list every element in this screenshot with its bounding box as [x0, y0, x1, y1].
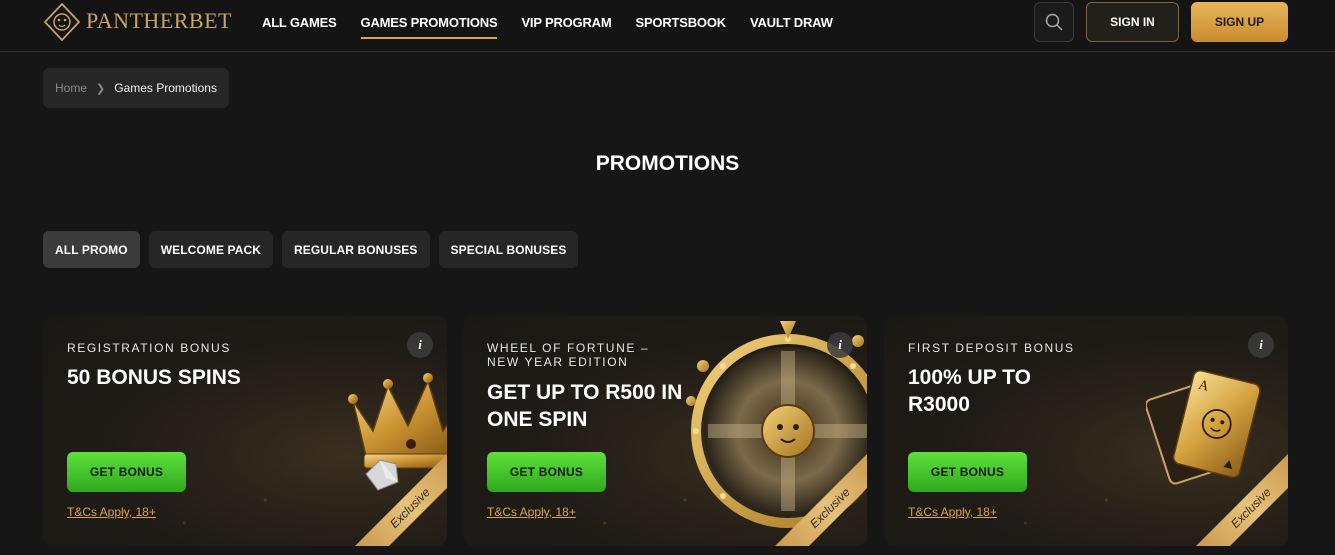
- sign-in-button[interactable]: SIGN IN: [1086, 2, 1179, 42]
- terms-link[interactable]: T&Cs Apply, 18+: [908, 505, 997, 519]
- brand-logo[interactable]: PANTHERBET: [42, 0, 232, 44]
- card-eyebrow: WHEEL OF FORTUNE – NEW YEAR EDITION: [487, 341, 650, 369]
- filter-special-bonuses[interactable]: SPECIAL BONUSES: [438, 231, 579, 268]
- sign-up-button[interactable]: SIGN UP: [1191, 2, 1288, 42]
- breadcrumb: Home ❯ Games Promotions: [43, 68, 229, 108]
- card-title: GET UP TO R500 IN ONE SPIN: [487, 381, 683, 431]
- card-title: 100% UP TO R3000: [908, 366, 1031, 416]
- get-bonus-button[interactable]: GET BONUS: [908, 452, 1027, 492]
- filter-welcome-pack[interactable]: WELCOME PACK: [148, 231, 273, 268]
- card-eyebrow: REGISTRATION BONUS: [67, 341, 231, 355]
- get-bonus-button[interactable]: GET BONUS: [67, 452, 186, 492]
- breadcrumb-current: Games Promotions: [114, 81, 217, 95]
- promo-filter-tabs: ALL PROMO WELCOME PACK REGULAR BONUSES S…: [43, 231, 587, 268]
- get-bonus-button[interactable]: GET BONUS: [487, 452, 606, 492]
- nav-vault-draw[interactable]: VAULT DRAW: [750, 15, 833, 30]
- info-icon[interactable]: i: [827, 332, 853, 358]
- main-nav: ALL GAMES GAMES PROMOTIONS VIP PROGRAM S…: [262, 0, 857, 44]
- search-icon: [1045, 13, 1063, 31]
- info-icon[interactable]: i: [407, 332, 433, 358]
- nav-sportsbook[interactable]: SPORTSBOOK: [635, 15, 726, 30]
- terms-link[interactable]: T&Cs Apply, 18+: [487, 505, 576, 519]
- filter-all-promo[interactable]: ALL PROMO: [43, 231, 140, 268]
- card-title: 50 BONUS SPINS: [67, 366, 241, 389]
- site-header: PANTHERBET ALL GAMES GAMES PROMOTIONS VI…: [0, 0, 1335, 52]
- card-eyebrow: FIRST DEPOSIT BONUS: [908, 341, 1075, 355]
- promo-card-first-deposit[interactable]: A FIRST DEPOSIT BONUS 100% UP TO R3000 i…: [884, 316, 1288, 546]
- nav-all-games[interactable]: ALL GAMES: [262, 15, 337, 30]
- page-title: PROMOTIONS: [595, 152, 740, 175]
- terms-link[interactable]: T&Cs Apply, 18+: [67, 505, 156, 519]
- promo-card-wheel-of-fortune[interactable]: WHEEL OF FORTUNE – NEW YEAR EDITION GET …: [463, 316, 867, 546]
- nav-vip-program[interactable]: VIP PROGRAM: [521, 15, 611, 30]
- breadcrumb-home-link[interactable]: Home: [55, 81, 87, 95]
- info-icon[interactable]: i: [1248, 332, 1274, 358]
- brand-name: PANTHERBET: [86, 8, 232, 33]
- search-button[interactable]: [1034, 2, 1074, 42]
- chevron-right-icon: ❯: [96, 82, 106, 95]
- nav-games-promotions[interactable]: GAMES PROMOTIONS: [360, 15, 498, 39]
- promo-card-registration[interactable]: REGISTRATION BONUS 50 BONUS SPINS i GET …: [43, 316, 447, 546]
- playing-cards-icon: A: [1146, 369, 1261, 485]
- filter-regular-bonuses[interactable]: REGULAR BONUSES: [282, 231, 430, 268]
- panther-logo-icon: [43, 2, 81, 42]
